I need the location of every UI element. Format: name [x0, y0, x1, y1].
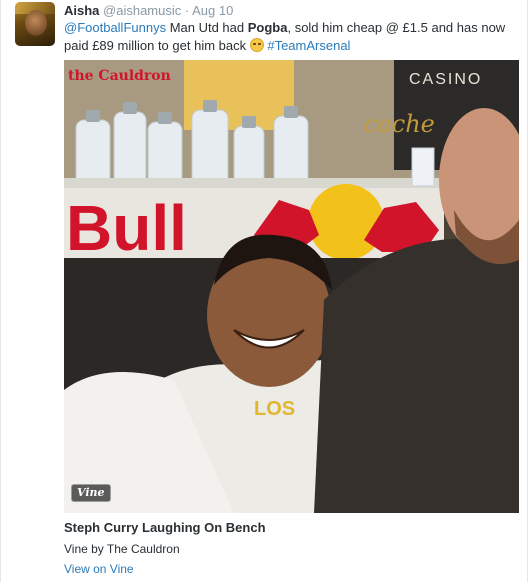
- tweet-header: Aisha @aishamusic · Aug 10: [64, 3, 233, 19]
- tweet-timestamp[interactable]: Aug 10: [192, 3, 233, 18]
- vine-video[interactable]: CASINO cache the Cauldron Bull LOS Vine: [64, 60, 519, 513]
- scene-cup: [411, 147, 435, 187]
- vine-badge: Vine: [71, 484, 111, 502]
- tweet-text-part1: Man Utd had: [166, 20, 248, 35]
- scene-cache-sign: cache: [364, 110, 435, 138]
- scene-sun-logo: [308, 184, 384, 260]
- tweet-text-bold: Pogba: [247, 20, 288, 35]
- scene-bottle-cap: [158, 112, 172, 124]
- scene-casino-sign: CASINO: [409, 71, 482, 88]
- scene-bottle-cap: [242, 116, 256, 128]
- scene-jersey-print: LOS: [254, 398, 295, 420]
- scene-table: [64, 178, 444, 188]
- view-on-vine-link[interactable]: View on Vine: [64, 562, 134, 576]
- avatar[interactable]: [15, 2, 55, 46]
- video-still: CASINO cache the Cauldron Bull LOS: [64, 60, 519, 513]
- scene-bottle-cap: [284, 106, 298, 118]
- face-with-tears-of-joy-icon: [249, 38, 264, 52]
- avatar-face: [25, 10, 47, 36]
- scene-bottle-cap: [86, 110, 100, 122]
- scene-brand-logo: the Cauldron: [68, 68, 171, 84]
- mention-link[interactable]: @FootballFunnys: [64, 20, 166, 35]
- scene-sponsor-word: Bull: [66, 192, 187, 264]
- separator-dot: ·: [184, 3, 190, 18]
- tweet-text: @FootballFunnys Man Utd had Pogba, sold …: [64, 19, 514, 55]
- user-handle[interactable]: @aishamusic: [103, 3, 181, 18]
- scene-bottle-cap: [203, 100, 217, 112]
- scene-bottle-cap: [123, 102, 137, 114]
- tweet: Aisha @aishamusic · Aug 10 @FootballFunn…: [0, 0, 528, 582]
- card-subtitle: Vine by The Cauldron: [64, 542, 180, 556]
- display-name[interactable]: Aisha: [64, 3, 99, 18]
- card-title[interactable]: Steph Curry Laughing On Bench: [64, 520, 266, 535]
- hashtag-link[interactable]: #TeamArsenal: [267, 38, 350, 53]
